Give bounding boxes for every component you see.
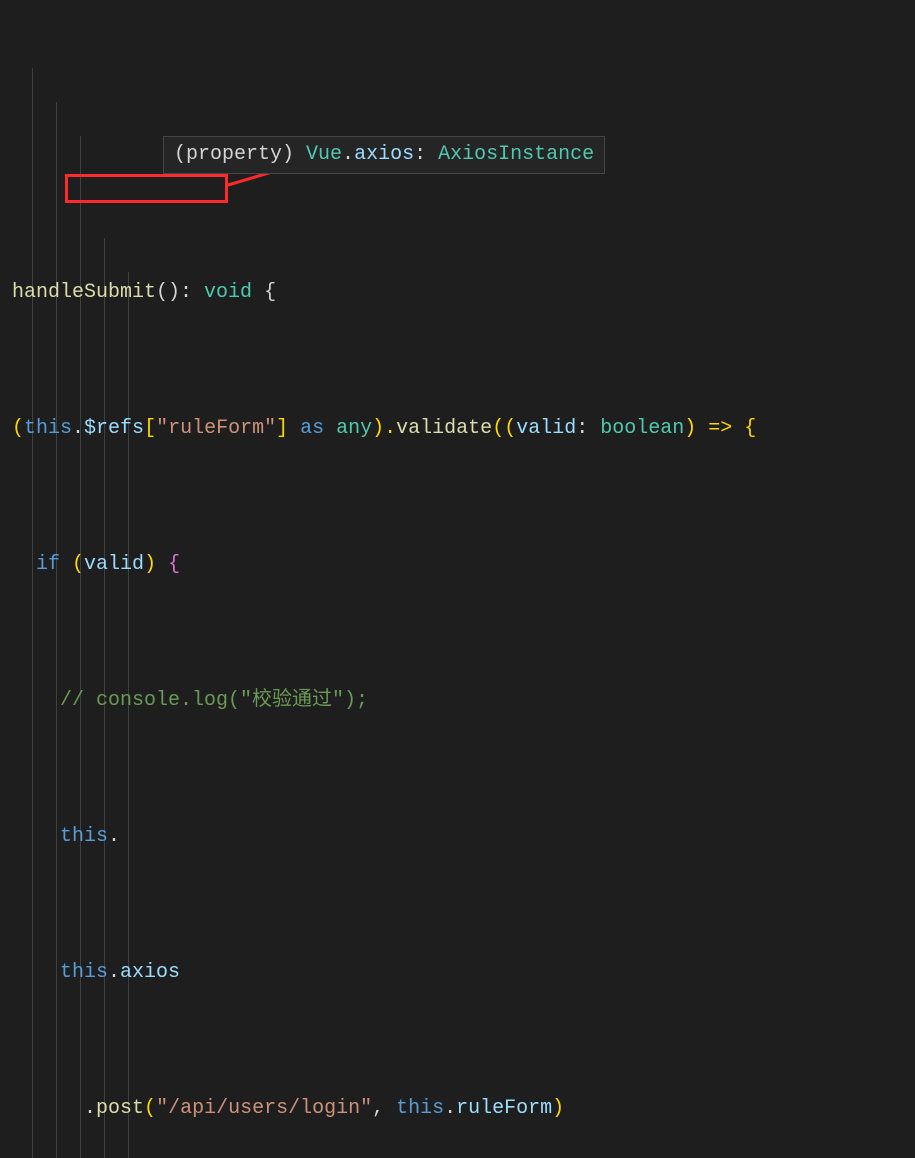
code-line: handleSubmit(): void { xyxy=(12,276,915,310)
code-line: this. xyxy=(12,820,915,854)
code-line: .post("/api/users/login", this.ruleForm) xyxy=(12,1092,915,1126)
tooltip-type: AxiosInstance xyxy=(438,143,594,166)
code-line: if (valid) { xyxy=(12,548,915,582)
tooltip-member: axios xyxy=(354,143,414,166)
code-line: this.axios xyxy=(12,956,915,990)
code-line: // console.log("校验通过"); xyxy=(12,684,915,718)
tooltip-class: Vue xyxy=(306,143,342,166)
tooltip-property-label: (property) xyxy=(174,143,306,166)
code-line: (this.$refs["ruleForm"] as any).validate… xyxy=(12,412,915,446)
intellisense-tooltip: (property) Vue.axios: AxiosInstance xyxy=(163,136,605,174)
